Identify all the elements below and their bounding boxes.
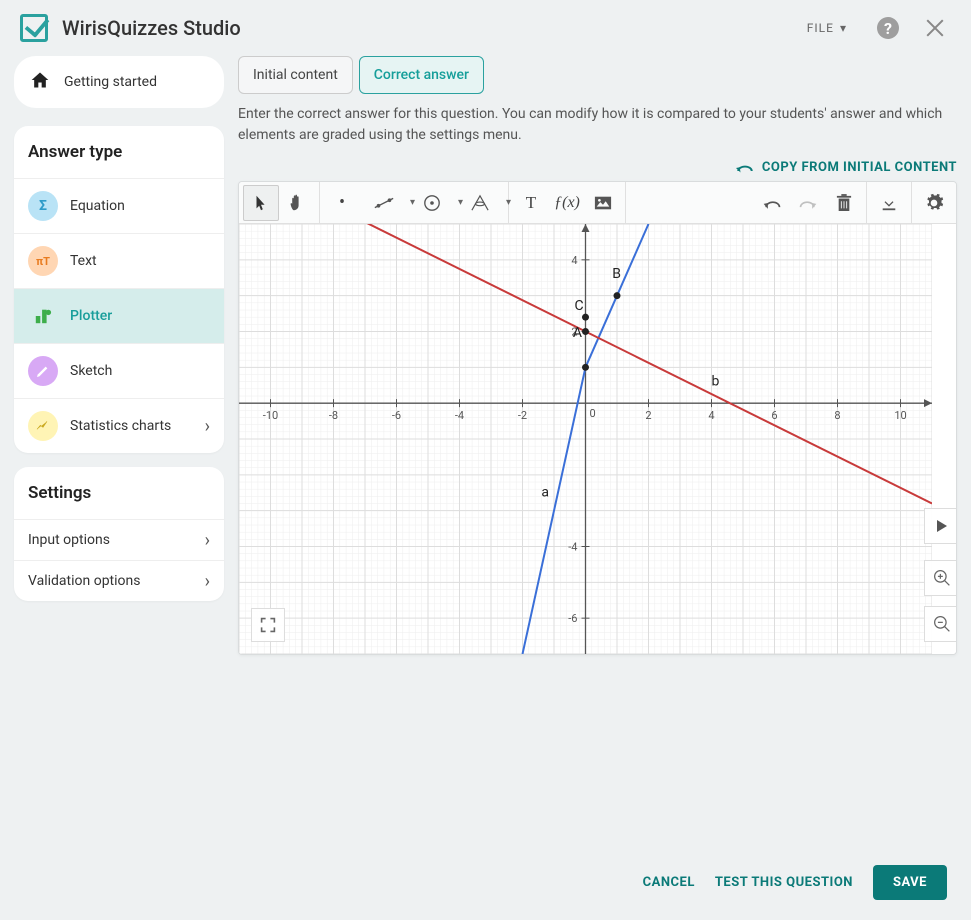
plot-area[interactable]: -10-8-6-4-20246810-6-424abABC bbox=[239, 224, 932, 654]
content-pane: Initial content Correct answer Enter the… bbox=[238, 56, 957, 655]
plotter-canvas[interactable]: -10-8-6-4-20246810-6-424abABC bbox=[239, 224, 956, 654]
close-icon[interactable] bbox=[924, 17, 946, 39]
app-header: WirisQuizzes Studio FILE ▾ ? bbox=[0, 0, 971, 56]
svg-text:A: A bbox=[573, 325, 582, 341]
svg-text:-2: -2 bbox=[518, 409, 527, 422]
circle-tool[interactable]: ▾ bbox=[408, 185, 456, 221]
svg-text:0: 0 bbox=[590, 407, 596, 420]
play-button[interactable] bbox=[924, 508, 957, 544]
tab-initial-content[interactable]: Initial content bbox=[238, 56, 353, 94]
content-tabs: Initial content Correct answer bbox=[238, 56, 957, 94]
cancel-button[interactable]: CANCEL bbox=[643, 875, 695, 890]
sidebar: Getting started Answer type Σ Equation π… bbox=[14, 56, 224, 655]
svg-text:-4: -4 bbox=[568, 541, 577, 554]
plotter-toolbar: • ▾ ▾ ▾ T ƒ(x) bbox=[239, 182, 956, 224]
redo-button[interactable] bbox=[790, 185, 826, 221]
function-tool[interactable]: ƒ(x) bbox=[549, 185, 585, 221]
instructions-text: Enter the correct answer for this questi… bbox=[238, 104, 957, 146]
line-tool[interactable]: ▾ bbox=[360, 185, 408, 221]
download-button[interactable] bbox=[871, 185, 907, 221]
svg-text:a: a bbox=[541, 484, 549, 500]
file-menu-label: FILE bbox=[807, 21, 834, 35]
file-menu[interactable]: FILE ▾ bbox=[807, 21, 847, 35]
svg-text:8: 8 bbox=[834, 409, 840, 422]
sidebar-item-plotter[interactable]: Plotter bbox=[14, 288, 224, 343]
plotter-editor: • ▾ ▾ ▾ T ƒ(x) bbox=[238, 181, 957, 655]
svg-text:-8: -8 bbox=[329, 409, 338, 422]
svg-text:2: 2 bbox=[645, 409, 651, 422]
chart-icon bbox=[28, 411, 58, 441]
plotter-icon bbox=[28, 301, 58, 331]
svg-text:10: 10 bbox=[894, 409, 906, 422]
text-icon: πT bbox=[28, 246, 58, 276]
svg-text:-4: -4 bbox=[455, 409, 464, 422]
conic-tool[interactable]: ▾ bbox=[456, 185, 504, 221]
app-logo bbox=[20, 14, 48, 42]
svg-text:4: 4 bbox=[571, 254, 577, 267]
settings-input-options[interactable]: Input options › bbox=[14, 519, 224, 560]
getting-started-button[interactable]: Getting started bbox=[14, 56, 224, 108]
svg-text:-6: -6 bbox=[392, 409, 401, 422]
chevron-down-icon: ▾ bbox=[840, 21, 847, 35]
settings-validation-options[interactable]: Validation options › bbox=[14, 560, 224, 601]
pencil-icon bbox=[28, 356, 58, 386]
copy-from-initial-button[interactable]: COPY FROM INITIAL CONTENT bbox=[238, 160, 957, 175]
app-title: WirisQuizzes Studio bbox=[62, 16, 807, 40]
settings-gear-button[interactable] bbox=[916, 185, 952, 221]
point-tool[interactable]: • bbox=[324, 185, 360, 221]
answer-type-header: Answer type bbox=[14, 126, 224, 178]
svg-text:b: b bbox=[712, 373, 720, 389]
sidebar-item-sketch[interactable]: Sketch bbox=[14, 343, 224, 398]
fullscreen-button[interactable] bbox=[251, 608, 285, 642]
zoom-in-button[interactable] bbox=[924, 560, 957, 596]
home-icon bbox=[30, 70, 50, 94]
pointer-tool[interactable] bbox=[243, 185, 279, 221]
zoom-out-button[interactable] bbox=[924, 606, 957, 642]
help-icon[interactable]: ? bbox=[877, 17, 899, 39]
getting-started-label: Getting started bbox=[64, 74, 157, 90]
chevron-right-icon: › bbox=[205, 530, 210, 551]
undo-button[interactable] bbox=[754, 185, 790, 221]
chevron-down-icon: ▾ bbox=[506, 197, 511, 208]
footer-bar: CANCEL TEST THIS QUESTION SAVE bbox=[0, 845, 971, 920]
image-tool[interactable] bbox=[585, 185, 621, 221]
sidebar-item-equation[interactable]: Σ Equation bbox=[14, 178, 224, 233]
svg-text:6: 6 bbox=[771, 409, 777, 422]
settings-card: Settings Input options › Validation opti… bbox=[14, 467, 224, 601]
sidebar-item-text[interactable]: πT Text bbox=[14, 233, 224, 288]
tab-correct-answer[interactable]: Correct answer bbox=[359, 56, 484, 94]
test-question-button[interactable]: TEST THIS QUESTION bbox=[715, 875, 853, 890]
sigma-icon: Σ bbox=[28, 191, 58, 221]
hand-tool[interactable] bbox=[279, 185, 315, 221]
chevron-right-icon: › bbox=[205, 416, 210, 437]
settings-header: Settings bbox=[14, 467, 224, 519]
save-button[interactable]: SAVE bbox=[873, 865, 947, 900]
svg-text:4: 4 bbox=[708, 409, 714, 422]
answer-type-card: Answer type Σ Equation πT Text Plotter S… bbox=[14, 126, 224, 453]
chevron-right-icon: › bbox=[205, 571, 210, 592]
sidebar-item-statistics[interactable]: Statistics charts › bbox=[14, 398, 224, 453]
svg-text:B: B bbox=[612, 266, 621, 282]
text-tool[interactable]: T bbox=[513, 185, 549, 221]
svg-text:-10: -10 bbox=[263, 409, 278, 422]
svg-text:C: C bbox=[574, 298, 583, 314]
delete-button[interactable] bbox=[826, 185, 862, 221]
svg-text:-6: -6 bbox=[568, 612, 577, 625]
